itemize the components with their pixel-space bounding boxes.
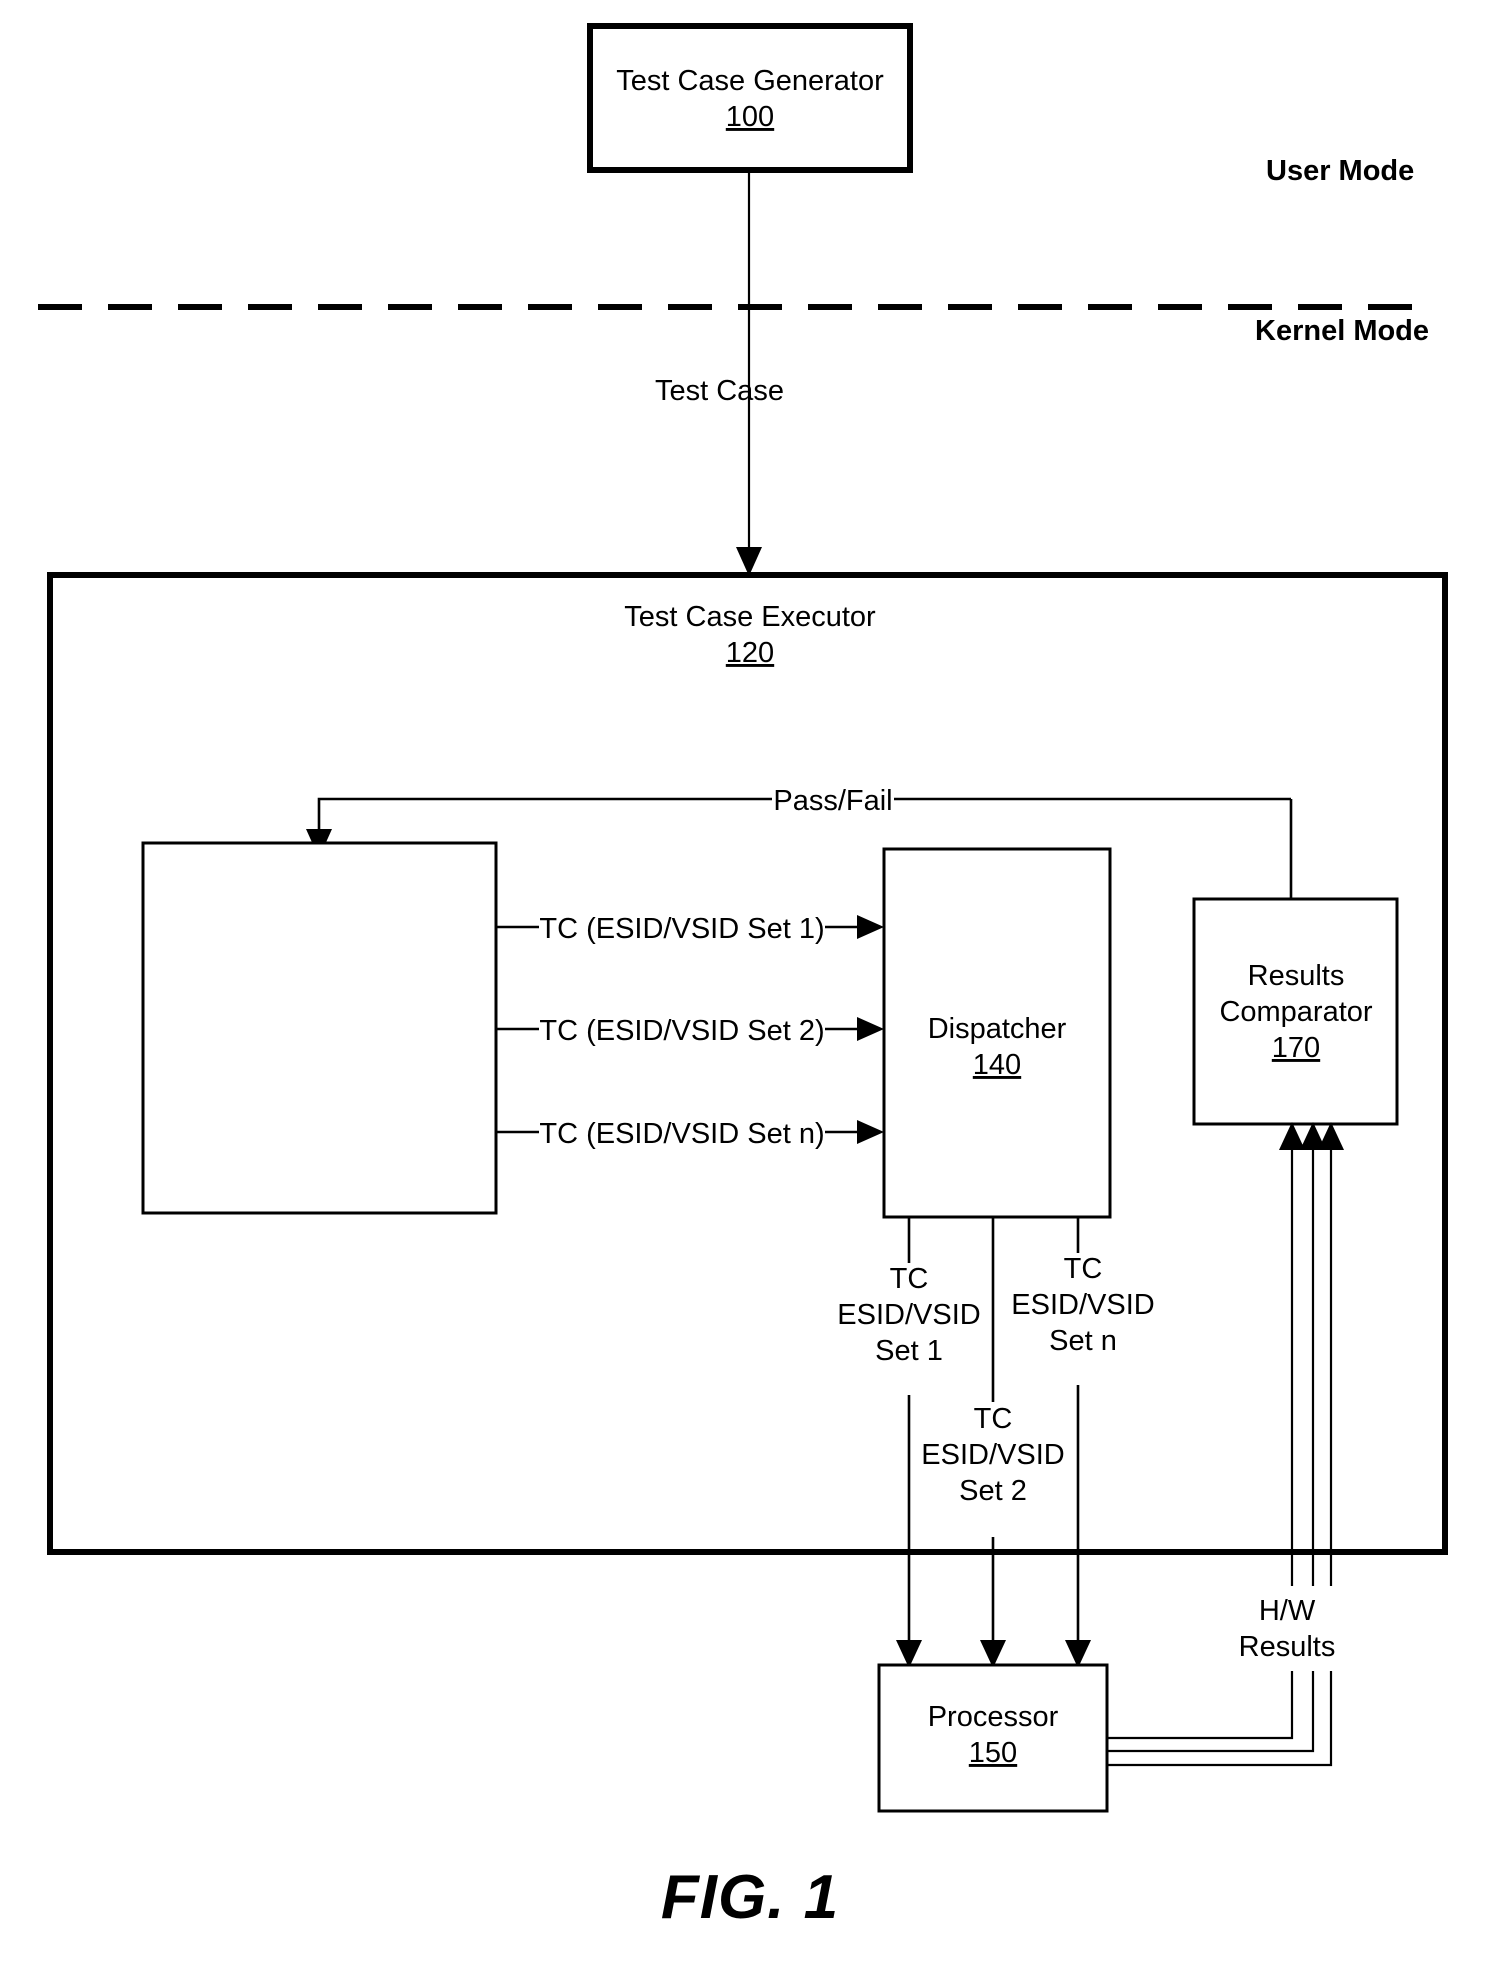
test-case-executor-label: Test Case Executor <box>624 601 876 633</box>
test-case-generator-box <box>587 23 913 173</box>
test-case-generator-ref: 100 <box>726 101 774 133</box>
results-comparator-ref: 170 <box>1272 1032 1320 1064</box>
results-comparator-label-line1: Results <box>1248 960 1345 992</box>
test-case-edge-label: Test Case <box>655 375 784 407</box>
block-test-case-generator: Test Case Generator 100 <box>587 23 913 173</box>
kernel-mode-label: Kernel Mode <box>1255 315 1429 347</box>
dispatch-set-2-line3: Set 2 <box>959 1475 1027 1507</box>
hw-results-path-1-lower <box>1107 1671 1294 1740</box>
hw-results-label-line2: Results <box>1239 1631 1336 1663</box>
processor-label: Processor <box>928 1701 1059 1733</box>
patent-figure: Test Case Generator 100 User Mode Kernel… <box>0 0 1505 1974</box>
block-results-comparator: Results Comparator 170 <box>1192 897 1399 1126</box>
dispatch-set-n-line1: TC <box>1064 1253 1103 1285</box>
dispatch-set-2-line2: ESID/VSID <box>921 1439 1064 1471</box>
processor-ref: 150 <box>969 1737 1017 1769</box>
hw-results-label-line1: H/W <box>1259 1595 1316 1627</box>
tc-set-n-label: TC (ESID/VSID Set n) <box>539 1118 824 1150</box>
figure-canvas: Test Case Generator 100 User Mode Kernel… <box>38 23 1448 1932</box>
tc-set-1-label: TC (ESID/VSID Set 1) <box>539 913 824 945</box>
dispatch-set-n-line3: Set n <box>1049 1325 1117 1357</box>
scheduler-outer-frame <box>141 841 498 1215</box>
dispatch-set-1-line2: ESID/VSID <box>837 1299 980 1331</box>
dispatcher-ref: 140 <box>973 1049 1021 1081</box>
block-processor: Processor 150 <box>877 1663 1109 1813</box>
figure-caption: FIG. 1 <box>661 1863 839 1932</box>
results-comparator-label-line2: Comparator <box>1219 996 1372 1028</box>
dispatch-set-n-line2: ESID/VSID <box>1011 1289 1154 1321</box>
dispatch-set-1-line1: TC <box>890 1263 929 1295</box>
test-case-executor-ref: 120 <box>726 637 774 669</box>
dispatch-set-2-line1: TC <box>974 1403 1013 1435</box>
user-mode-label: User Mode <box>1266 155 1414 187</box>
dispatcher-label: Dispatcher <box>928 1013 1067 1045</box>
tc-set-2-label: TC (ESID/VSID Set 2) <box>539 1015 824 1047</box>
test-case-generator-label: Test Case Generator <box>616 65 884 97</box>
dispatch-set-1-line3: Set 1 <box>875 1335 943 1367</box>
pass-fail-edge-label: Pass/Fail <box>773 785 892 817</box>
edge-test-case: Test Case <box>655 170 784 576</box>
block-dispatcher: Dispatcher 140 <box>882 847 1112 1219</box>
test-case-arrowhead <box>736 547 762 576</box>
